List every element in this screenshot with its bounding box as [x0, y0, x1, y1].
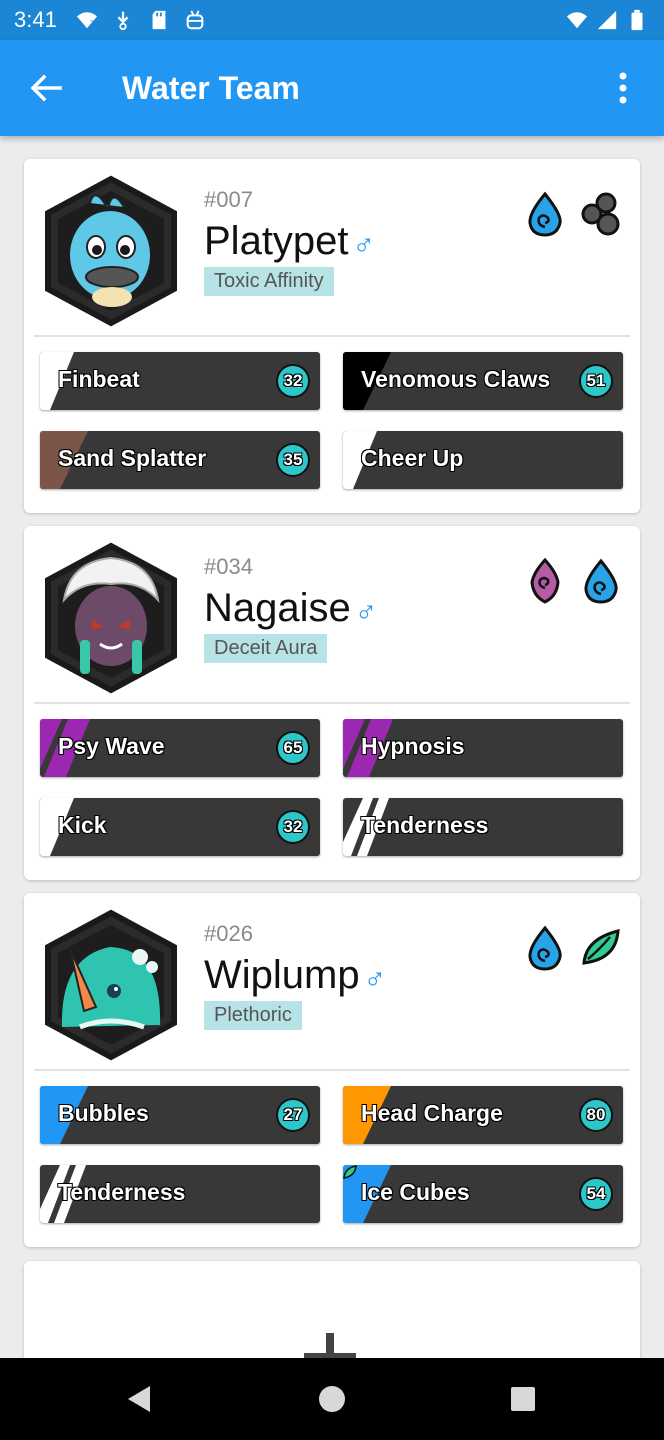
creature-portrait[interactable] — [40, 540, 182, 696]
type-icons — [524, 191, 622, 237]
move-power-badge: 35 — [276, 443, 310, 477]
water-icon — [528, 191, 562, 237]
status-right-icons — [566, 8, 648, 32]
android-icon — [186, 10, 204, 30]
water-icon — [584, 558, 618, 604]
nature-icon — [582, 929, 620, 965]
move-name: Cheer Up — [361, 445, 464, 471]
card-divider — [34, 335, 630, 337]
creature-name-text: Wiplump — [204, 953, 360, 997]
move-name: Tenderness — [58, 1179, 186, 1205]
type-icons — [524, 925, 622, 971]
team-card-wiplump[interactable]: #026 Wiplump ♂ Plethoric Bubbles 27 Head… — [24, 893, 640, 1247]
recents-square-icon[interactable] — [508, 1384, 538, 1414]
dex-number: #007 — [204, 187, 253, 212]
type-icons — [524, 558, 622, 604]
status-left-icons: ? — [76, 8, 206, 32]
gender-male-icon: ♂ — [352, 228, 376, 261]
dex-number: #034 — [204, 554, 253, 579]
mental-icon — [530, 558, 560, 604]
cell-signal-icon — [597, 10, 617, 30]
app-bar: Water Team — [0, 40, 664, 136]
ability-tag: Toxic Affinity — [204, 267, 334, 296]
svg-text:?: ? — [90, 18, 94, 28]
move-slot[interactable]: Tenderness — [343, 798, 623, 856]
status-time: 3:41 — [14, 7, 57, 32]
sd-card-icon — [152, 10, 166, 30]
move-name: Sand Splatter — [58, 445, 207, 471]
move-slot[interactable]: Head Charge 80 — [343, 1086, 623, 1144]
move-slot[interactable]: Finbeat 32 — [40, 352, 320, 410]
move-name: Head Charge — [361, 1100, 503, 1126]
move-power-badge: 27 — [276, 1098, 310, 1132]
move-name: Venomous Claws — [361, 366, 551, 392]
toxic-icon — [581, 192, 620, 236]
battery-icon — [631, 9, 643, 31]
creature-name-text: Platypet — [204, 219, 349, 263]
move-name: Finbeat — [58, 366, 140, 392]
creature-name-text: Nagaise — [204, 586, 351, 630]
more-vert-icon[interactable] — [608, 68, 638, 108]
back-triangle-icon[interactable] — [124, 1384, 154, 1414]
move-slot[interactable]: Kick 32 — [40, 798, 320, 856]
move-slot[interactable]: Venomous Claws 51 — [343, 352, 623, 410]
ability-tag: Plethoric — [204, 1001, 302, 1030]
move-name: Ice Cubes — [361, 1179, 470, 1205]
move-slot[interactable]: Psy Wave 65 — [40, 719, 320, 777]
move-name: Tenderness — [361, 812, 489, 838]
creature-portrait[interactable] — [40, 907, 182, 1063]
status-bar: 3:41 ? — [0, 0, 664, 40]
move-name: Kick — [58, 812, 107, 838]
dex-number: #026 — [204, 921, 253, 946]
move-slot[interactable]: Sand Splatter 35 — [40, 431, 320, 489]
home-circle-icon[interactable] — [317, 1384, 347, 1414]
creature-name: Platypet ♂ — [204, 219, 375, 264]
move-slot[interactable]: Hypnosis — [343, 719, 623, 777]
creature-name: Nagaise ♂ — [204, 586, 377, 631]
move-slot[interactable]: Bubbles 27 — [40, 1086, 320, 1144]
system-nav-bar — [0, 1358, 664, 1440]
move-power-badge: 32 — [276, 810, 310, 844]
gender-male-icon: ♂ — [363, 962, 387, 995]
page-title: Water Team — [122, 70, 300, 106]
creature-name: Wiplump ♂ — [204, 953, 386, 998]
team-card-platypet[interactable]: #007 Platypet ♂ Toxic Affinity Finbeat 3… — [24, 159, 640, 513]
move-power-badge: 65 — [276, 731, 310, 765]
move-name: Bubbles — [58, 1100, 149, 1126]
wifi-question-icon: ? — [76, 12, 98, 28]
move-power-badge: 54 — [579, 1177, 613, 1211]
move-name: Hypnosis — [361, 733, 465, 759]
move-slot[interactable]: Ice Cubes 54 — [343, 1165, 623, 1223]
move-power-badge: 32 — [276, 364, 310, 398]
gender-male-icon: ♂ — [354, 595, 378, 628]
ability-tag: Deceit Aura — [204, 634, 328, 663]
move-power-badge: 80 — [579, 1098, 613, 1132]
leaf-icon — [343, 1165, 357, 1179]
card-divider — [34, 702, 630, 704]
arrow-back-icon[interactable] — [22, 68, 72, 108]
card-divider — [34, 1069, 630, 1071]
move-slot[interactable]: Cheer Up — [343, 431, 623, 489]
water-icon — [528, 925, 562, 971]
team-card-nagaise[interactable]: #034 Nagaise ♂ Deceit Aura Psy Wave 65 H… — [24, 526, 640, 880]
wifi-signal-icon — [566, 12, 588, 29]
download-icon — [117, 11, 129, 31]
creature-portrait[interactable] — [40, 173, 182, 329]
move-slot[interactable]: Tenderness — [40, 1165, 320, 1223]
move-name: Psy Wave — [58, 733, 165, 759]
move-power-badge: 51 — [579, 364, 613, 398]
